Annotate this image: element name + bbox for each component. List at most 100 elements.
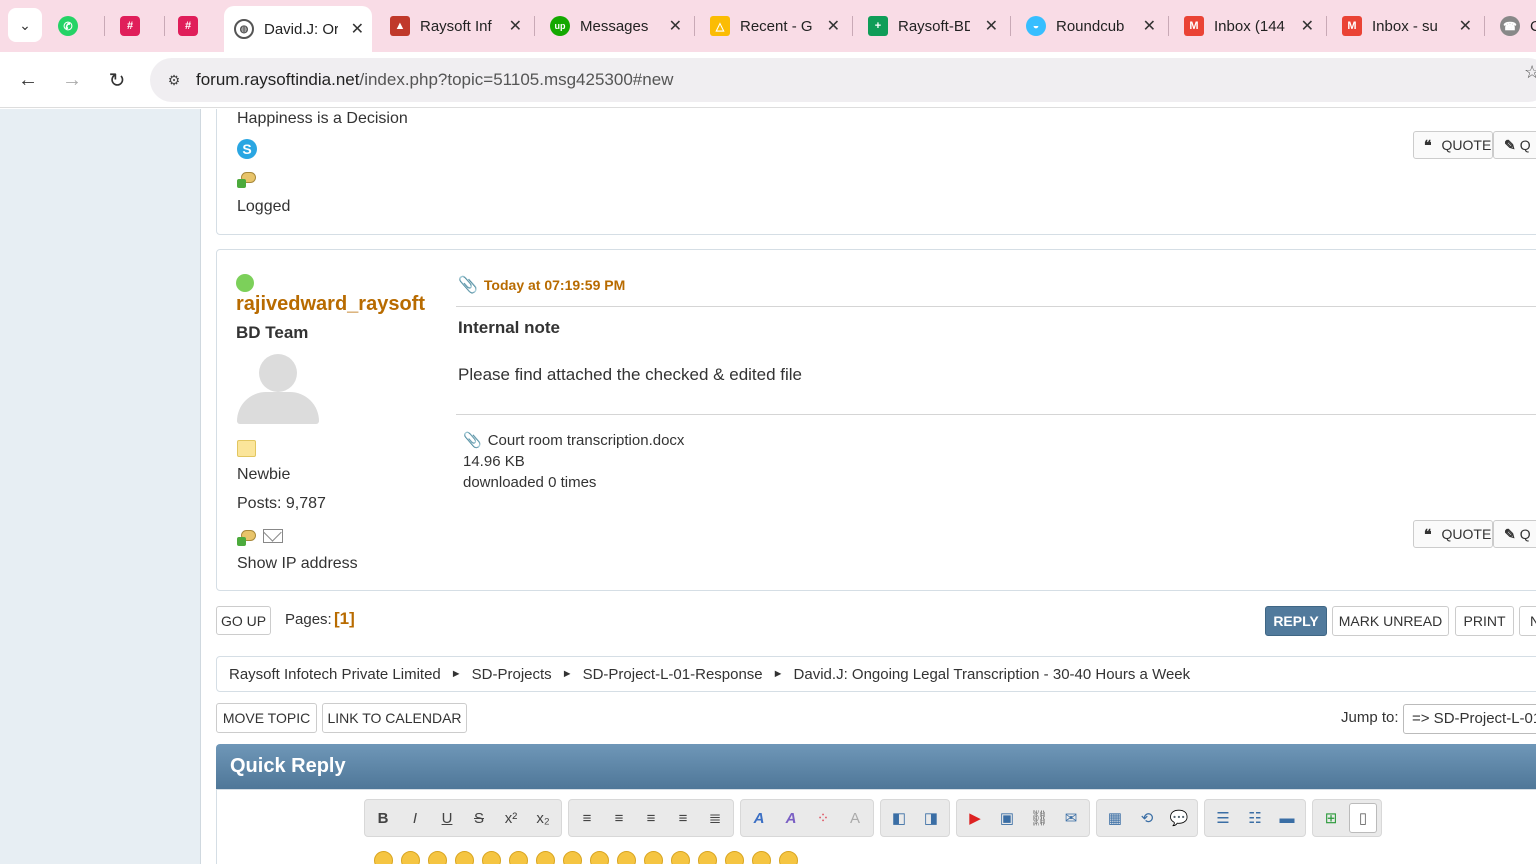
tab-slack-2[interactable]: #: [178, 4, 218, 48]
back-arrow-icon[interactable]: ←: [14, 66, 42, 94]
font-icon[interactable]: A: [745, 803, 773, 833]
tab-google-drive[interactable]: △ Recent - G ✕: [702, 4, 848, 48]
numbered-list-icon[interactable]: ☷: [1241, 803, 1269, 833]
reply-button[interactable]: REPLY: [1265, 606, 1327, 636]
personal-message-icon[interactable]: [237, 530, 257, 546]
tab-active-forum[interactable]: ◍ David.J: Or ✕: [224, 6, 372, 52]
source-view-icon[interactable]: ▯: [1349, 803, 1377, 833]
underline-icon[interactable]: U: [433, 803, 461, 833]
tab-gmail-2[interactable]: M Inbox - su ✕: [1334, 4, 1480, 48]
justify-icon[interactable]: ≣: [701, 803, 729, 833]
tab-gmail-1[interactable]: M Inbox (144 ✕: [1176, 4, 1322, 48]
smiley-icon[interactable]: [482, 851, 501, 864]
show-ip-link[interactable]: Show IP address: [237, 555, 358, 573]
smiley-icon[interactable]: [401, 851, 420, 864]
close-tab-icon[interactable]: ✕: [827, 16, 840, 36]
strikethrough-icon[interactable]: S: [465, 803, 493, 833]
tab-roundcube[interactable]: ◒ Roundcub ✕: [1018, 4, 1164, 48]
email-icon[interactable]: [263, 529, 283, 543]
breadcrumb-item[interactable]: Raysoft Infotech Private Limited: [229, 666, 441, 683]
forward-arrow-icon[interactable]: →: [58, 66, 86, 94]
close-tab-icon[interactable]: ✕: [1301, 16, 1314, 36]
quick-edit-button[interactable]: ✎ Q: [1493, 520, 1536, 548]
maximize-icon[interactable]: ⊞: [1317, 803, 1345, 833]
skype-icon[interactable]: S: [237, 139, 257, 159]
table-icon[interactable]: ▦: [1101, 803, 1129, 833]
horizontal-rule-icon[interactable]: ▬: [1273, 803, 1301, 833]
emoji-row: [374, 851, 798, 864]
youtube-icon[interactable]: ▶: [961, 803, 989, 833]
subscript-icon[interactable]: x₂: [529, 803, 557, 833]
close-tab-icon[interactable]: ✕: [1459, 16, 1472, 36]
align-right-icon[interactable]: ≡: [669, 803, 697, 833]
superscript-icon[interactable]: x²: [497, 803, 525, 833]
print-button[interactable]: PRINT: [1455, 606, 1514, 636]
quick-edit-button[interactable]: ✎ Q: [1493, 131, 1536, 159]
smiley-icon[interactable]: [536, 851, 555, 864]
smiley-icon[interactable]: [779, 851, 798, 864]
close-tab-icon[interactable]: ✕: [1143, 16, 1156, 36]
color-icon[interactable]: ⁘: [809, 803, 837, 833]
left-sidebar: [0, 109, 201, 864]
smiley-icon[interactable]: [374, 851, 393, 864]
address-bar[interactable]: ⚙ forum.raysoftindia.net/index.php?topic…: [150, 58, 1536, 102]
email-insert-icon[interactable]: ✉: [1057, 803, 1085, 833]
close-tab-icon[interactable]: ✕: [669, 16, 682, 36]
quote-insert-icon[interactable]: 💬: [1165, 803, 1193, 833]
move-topic-button[interactable]: MOVE TOPIC: [216, 703, 317, 733]
bookmark-star-icon[interactable]: ☆: [1524, 62, 1536, 83]
float-left-icon[interactable]: ◧: [885, 803, 913, 833]
breadcrumb-item[interactable]: SD-Project-L-01-Response: [583, 666, 763, 683]
smiley-icon[interactable]: [644, 851, 663, 864]
smiley-icon[interactable]: [752, 851, 771, 864]
site-settings-icon[interactable]: ⚙: [164, 70, 184, 90]
jump-to-select[interactable]: => SD-Project-L-01: [1403, 704, 1536, 734]
smiley-icon[interactable]: [698, 851, 717, 864]
quick-reply-header[interactable]: Quick Reply: [216, 744, 1536, 789]
close-tab-icon[interactable]: ✕: [509, 16, 522, 36]
tab-upwork-messages[interactable]: up Messages ✕: [542, 4, 690, 48]
float-right-icon[interactable]: ◨: [917, 803, 945, 833]
tab-whatsapp[interactable]: ✆: [58, 4, 98, 48]
link-calendar-button[interactable]: LINK TO CALENDAR: [322, 703, 467, 733]
tab-phone[interactable]: ☎ C: [1492, 4, 1536, 48]
breadcrumb-item[interactable]: David.J: Ongoing Legal Transcription - 3…: [794, 666, 1191, 683]
link-icon[interactable]: ⛓: [1025, 803, 1053, 833]
image-icon[interactable]: ▣: [993, 803, 1021, 833]
smiley-icon[interactable]: [617, 851, 636, 864]
code-icon[interactable]: ⟲: [1133, 803, 1161, 833]
italic-icon[interactable]: I: [401, 803, 429, 833]
quote-button[interactable]: ❝ QUOTE: [1413, 131, 1493, 159]
bold-icon[interactable]: B: [369, 803, 397, 833]
next-button[interactable]: N: [1519, 606, 1536, 636]
attachment-link[interactable]: Court room transcription.docx: [488, 430, 685, 451]
remove-format-icon[interactable]: A: [841, 803, 869, 833]
smiley-icon[interactable]: [509, 851, 528, 864]
tab-slack-1[interactable]: #: [120, 4, 160, 48]
smiley-icon[interactable]: [590, 851, 609, 864]
close-tab-icon[interactable]: ✕: [985, 16, 998, 36]
close-tab-icon[interactable]: ✕: [351, 19, 364, 39]
tab-google-sheets[interactable]: + Raysoft-BD ✕: [860, 4, 1006, 48]
poster-username[interactable]: rajivedward_raysoft: [236, 293, 425, 316]
tab-raysoft[interactable]: ▲ Raysoft Inf ✕: [382, 4, 530, 48]
smiley-icon[interactable]: [563, 851, 582, 864]
smiley-icon[interactable]: [428, 851, 447, 864]
align-center-icon[interactable]: ≡: [605, 803, 633, 833]
smiley-icon[interactable]: [671, 851, 690, 864]
smiley-icon[interactable]: [725, 851, 744, 864]
align-justify-icon[interactable]: ≡: [637, 803, 665, 833]
font-size-icon[interactable]: A: [777, 803, 805, 833]
go-up-button[interactable]: GO UP: [216, 606, 271, 635]
bullet-list-icon[interactable]: ☰: [1209, 803, 1237, 833]
slack-icon: #: [178, 16, 198, 36]
mark-unread-button[interactable]: MARK UNREAD: [1332, 606, 1449, 636]
quote-button[interactable]: ❝ QUOTE: [1413, 520, 1493, 548]
reload-icon[interactable]: ↻: [103, 66, 131, 94]
post-timestamp[interactable]: 📎 Today at 07:19:59 PM: [458, 275, 625, 295]
personal-message-icon[interactable]: [237, 172, 257, 188]
align-left-icon[interactable]: ≡: [573, 803, 601, 833]
breadcrumb-item[interactable]: SD-Projects: [472, 666, 552, 683]
tab-search-button[interactable]: ⌄: [8, 8, 42, 42]
smiley-icon[interactable]: [455, 851, 474, 864]
